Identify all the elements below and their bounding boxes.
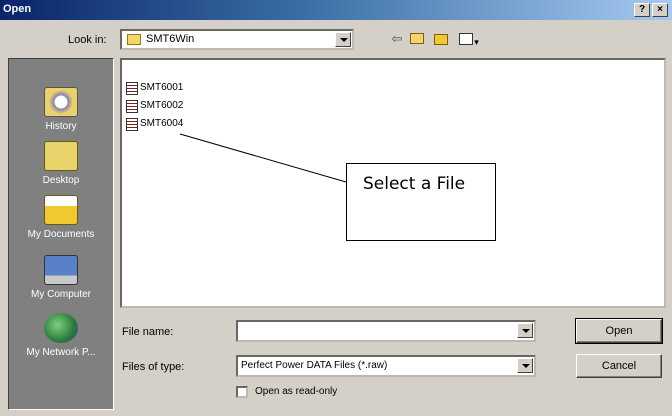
callout-annotation: Select a File bbox=[346, 163, 496, 241]
close-button[interactable]: × bbox=[652, 3, 668, 17]
chevron-down-icon[interactable] bbox=[517, 323, 533, 338]
place-my-computer[interactable]: My Computer bbox=[9, 255, 113, 300]
places-bar: History Desktop My Documents My Computer… bbox=[8, 58, 114, 410]
place-my-documents[interactable]: My Documents bbox=[9, 195, 113, 240]
place-history[interactable]: History bbox=[9, 87, 113, 132]
my-documents-icon bbox=[44, 195, 78, 225]
file-icon bbox=[126, 82, 138, 95]
file-name-input[interactable] bbox=[240, 323, 510, 339]
file-name-combo[interactable] bbox=[236, 320, 536, 342]
open-button[interactable]: Open bbox=[575, 318, 663, 344]
place-label: My Network P... bbox=[26, 347, 96, 358]
title-bar[interactable]: Open ? × bbox=[0, 0, 672, 20]
desktop-icon bbox=[44, 141, 78, 171]
file-type-label: Files of type: bbox=[122, 361, 185, 373]
chevron-down-icon[interactable] bbox=[517, 358, 533, 373]
folder-icon bbox=[127, 34, 141, 45]
views-menu-icon[interactable]: ▾ bbox=[457, 30, 481, 48]
file-icon bbox=[126, 100, 138, 113]
look-in-value: SMT6Win bbox=[146, 33, 195, 45]
my-computer-icon bbox=[44, 255, 78, 285]
file-name: SMT6002 bbox=[140, 100, 184, 111]
up-one-level-icon[interactable] bbox=[408, 30, 426, 48]
history-icon bbox=[44, 87, 78, 117]
file-name-label: File name: bbox=[122, 326, 174, 338]
file-name: SMT6004 bbox=[140, 118, 184, 129]
read-only-label: Open as read-only bbox=[255, 386, 338, 397]
place-desktop[interactable]: Desktop bbox=[9, 141, 113, 186]
back-arrow-icon[interactable]: ⇦ bbox=[388, 30, 406, 48]
window-title: Open bbox=[3, 3, 32, 15]
new-folder-icon[interactable] bbox=[432, 30, 450, 48]
file-type-value: Perfect Power DATA Files (*.raw) bbox=[241, 360, 388, 371]
open-dialog: Open ? × Look in: SMT6Win ⇦ ▾ History De… bbox=[0, 0, 672, 416]
place-label: My Documents bbox=[27, 229, 95, 240]
views-dropdown-caret: ▾ bbox=[474, 37, 479, 47]
file-icon bbox=[126, 118, 138, 131]
cancel-button[interactable]: Cancel bbox=[576, 354, 662, 378]
help-button[interactable]: ? bbox=[634, 3, 650, 17]
file-name: SMT6001 bbox=[140, 82, 184, 93]
place-label: History bbox=[45, 121, 77, 132]
network-places-icon bbox=[44, 313, 78, 343]
look-in-dropdown[interactable]: SMT6Win bbox=[120, 29, 354, 50]
place-label: Desktop bbox=[42, 175, 80, 186]
look-in-label: Look in: bbox=[68, 34, 107, 46]
read-only-checkbox[interactable] bbox=[236, 386, 248, 398]
place-label: My Computer bbox=[30, 289, 91, 300]
chevron-down-icon[interactable] bbox=[335, 32, 351, 47]
file-type-dropdown[interactable]: Perfect Power DATA Files (*.raw) bbox=[236, 355, 536, 377]
place-network-places[interactable]: My Network P... bbox=[9, 313, 113, 358]
